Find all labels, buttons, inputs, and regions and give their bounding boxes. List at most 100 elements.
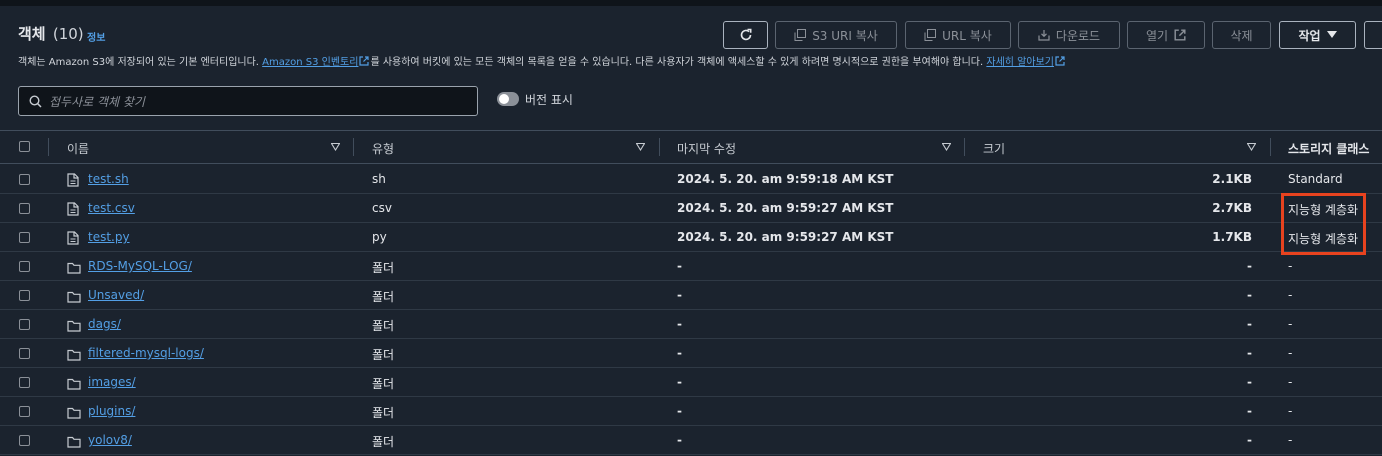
- folder-icon: [67, 375, 81, 394]
- table-row: filtered-mysql-logs/폴더 - - -: [0, 339, 1382, 368]
- search-input[interactable]: [47, 87, 471, 117]
- table-row: Unsaved/폴더 - - -: [0, 281, 1382, 310]
- folder-icon: [67, 317, 81, 336]
- row-checkbox[interactable]: [19, 406, 30, 417]
- object-last-modified: -: [677, 317, 682, 331]
- object-storage-class: -: [1288, 346, 1293, 360]
- object-last-modified: 2024. 5. 20. am 9:59:18 AM KST: [677, 172, 894, 186]
- copy-url-label: URL 복사: [942, 28, 992, 43]
- object-last-modified: -: [677, 288, 682, 302]
- copy-url-button[interactable]: URL 복사: [905, 21, 1011, 49]
- object-type: 폴더: [372, 435, 395, 449]
- object-type: 폴더: [372, 261, 395, 275]
- object-size: -: [1247, 259, 1252, 273]
- caret-down-icon: [1326, 31, 1337, 38]
- folder-icon: [67, 404, 81, 423]
- folder-icon: [67, 288, 81, 307]
- sort-down-icon[interactable]: [1247, 143, 1256, 151]
- table-row: dags/폴더 - - -: [0, 310, 1382, 339]
- table-row: RDS-MySQL-LOG/폴더 - - -: [0, 252, 1382, 281]
- row-checkbox[interactable]: [19, 377, 30, 388]
- object-last-modified: -: [677, 259, 682, 273]
- download-label: 다운로드: [1055, 28, 1101, 43]
- download-icon: [1038, 30, 1050, 41]
- row-checkbox[interactable]: [19, 435, 30, 446]
- objects-title: 객체: [18, 25, 46, 43]
- copy-s3-uri-button[interactable]: S3 URI 복사: [775, 21, 897, 49]
- column-divider: [659, 138, 660, 156]
- row-checkbox[interactable]: [19, 232, 30, 243]
- row-checkbox[interactable]: [19, 319, 30, 330]
- object-size: -: [1247, 317, 1252, 331]
- description-text-2: 를 사용하여 버킷에 있는 모든 객체의 목록을 얻을 수 있습니다. 다른 사…: [370, 57, 987, 68]
- sort-down-icon[interactable]: [942, 143, 951, 151]
- column-header-type[interactable]: 유형: [372, 140, 394, 157]
- learn-more-link[interactable]: 자세히 알아보기: [986, 57, 1054, 68]
- object-size: -: [1247, 288, 1252, 302]
- object-size: 1.7KB: [1212, 230, 1252, 244]
- row-checkbox[interactable]: [19, 348, 30, 359]
- column-divider: [353, 138, 354, 156]
- delete-label: 삭제: [1230, 28, 1253, 43]
- object-last-modified: -: [677, 404, 682, 418]
- object-name-link[interactable]: plugins/: [88, 404, 135, 418]
- s3-inventory-link[interactable]: Amazon S3 인벤토리: [262, 57, 358, 68]
- sort-down-icon[interactable]: [331, 143, 340, 151]
- row-checkbox[interactable]: [19, 203, 30, 214]
- row-checkbox[interactable]: [19, 261, 30, 272]
- object-name-link[interactable]: images/: [88, 375, 136, 389]
- folder-icon: [67, 433, 81, 452]
- info-link[interactable]: 정보: [87, 29, 105, 44]
- object-last-modified: 2024. 5. 20. am 9:59:27 AM KST: [677, 201, 894, 215]
- row-checkbox[interactable]: [19, 290, 30, 301]
- object-name-link[interactable]: yolov8/: [88, 433, 132, 447]
- delete-button[interactable]: 삭제: [1212, 21, 1271, 49]
- object-storage-class: -: [1288, 404, 1293, 418]
- folder-icon: [67, 346, 81, 365]
- table-row: test.sh sh 2024. 5. 20. am 9:59:18 AM KST 2…: [0, 165, 1382, 194]
- object-name-link[interactable]: dags/: [88, 317, 121, 331]
- row-checkbox[interactable]: [19, 174, 30, 185]
- object-name-link[interactable]: test.py: [88, 230, 130, 244]
- object-last-modified: -: [677, 375, 682, 389]
- table-row: yolov8/폴더 - - -: [0, 426, 1382, 455]
- object-type: 폴더: [372, 290, 395, 304]
- show-versions-label: 버전 표시: [525, 93, 573, 107]
- object-storage-class: -: [1288, 433, 1293, 447]
- open-button[interactable]: 열기: [1127, 21, 1205, 49]
- object-size: 2.7KB: [1212, 201, 1252, 215]
- object-type: 폴더: [372, 377, 395, 391]
- object-last-modified: -: [677, 346, 682, 360]
- column-header-storage-class[interactable]: 스토리지 클래스: [1288, 140, 1369, 157]
- actions-button[interactable]: 작업: [1279, 21, 1356, 49]
- table-row: plugins/폴더 - - -: [0, 397, 1382, 426]
- show-versions-toggle[interactable]: [497, 92, 519, 106]
- create-folder-button[interactable]: [1364, 21, 1382, 49]
- refresh-icon: [740, 28, 751, 41]
- external-link-icon: [1055, 56, 1065, 66]
- column-header-last-modified[interactable]: 마지막 수정: [677, 140, 736, 157]
- file-icon: [67, 230, 79, 249]
- object-name-link[interactable]: Unsaved/: [88, 288, 144, 302]
- open-label: 열기: [1145, 28, 1169, 43]
- object-type: 폴더: [372, 319, 395, 333]
- description: 객체는 Amazon S3에 저장되어 있는 기본 엔터티입니다. Amazon…: [18, 53, 1066, 68]
- object-name-link[interactable]: filtered-mysql-logs/: [88, 346, 204, 360]
- download-button[interactable]: 다운로드: [1018, 21, 1120, 49]
- search-box[interactable]: [18, 86, 478, 117]
- column-header-size[interactable]: 크기: [983, 140, 1005, 157]
- object-name-link[interactable]: RDS-MySQL-LOG/: [88, 259, 192, 273]
- sort-down-icon[interactable]: [636, 143, 645, 151]
- object-type: csv: [372, 201, 392, 215]
- object-name-link[interactable]: test.sh: [88, 172, 129, 186]
- copy-s3-uri-label: S3 URI 복사: [812, 28, 878, 43]
- object-storage-class: -: [1288, 288, 1293, 302]
- object-storage-class: -: [1288, 375, 1293, 389]
- refresh-button[interactable]: [723, 21, 768, 49]
- object-name-link[interactable]: test.csv: [88, 201, 135, 215]
- select-all-checkbox[interactable]: [19, 141, 30, 152]
- object-last-modified: -: [677, 433, 682, 447]
- object-type: py: [372, 230, 387, 244]
- column-header-name[interactable]: 이름: [67, 140, 89, 157]
- table-header: 이름 유형 마지막 수정 크기 스토리지 클래스: [0, 130, 1382, 164]
